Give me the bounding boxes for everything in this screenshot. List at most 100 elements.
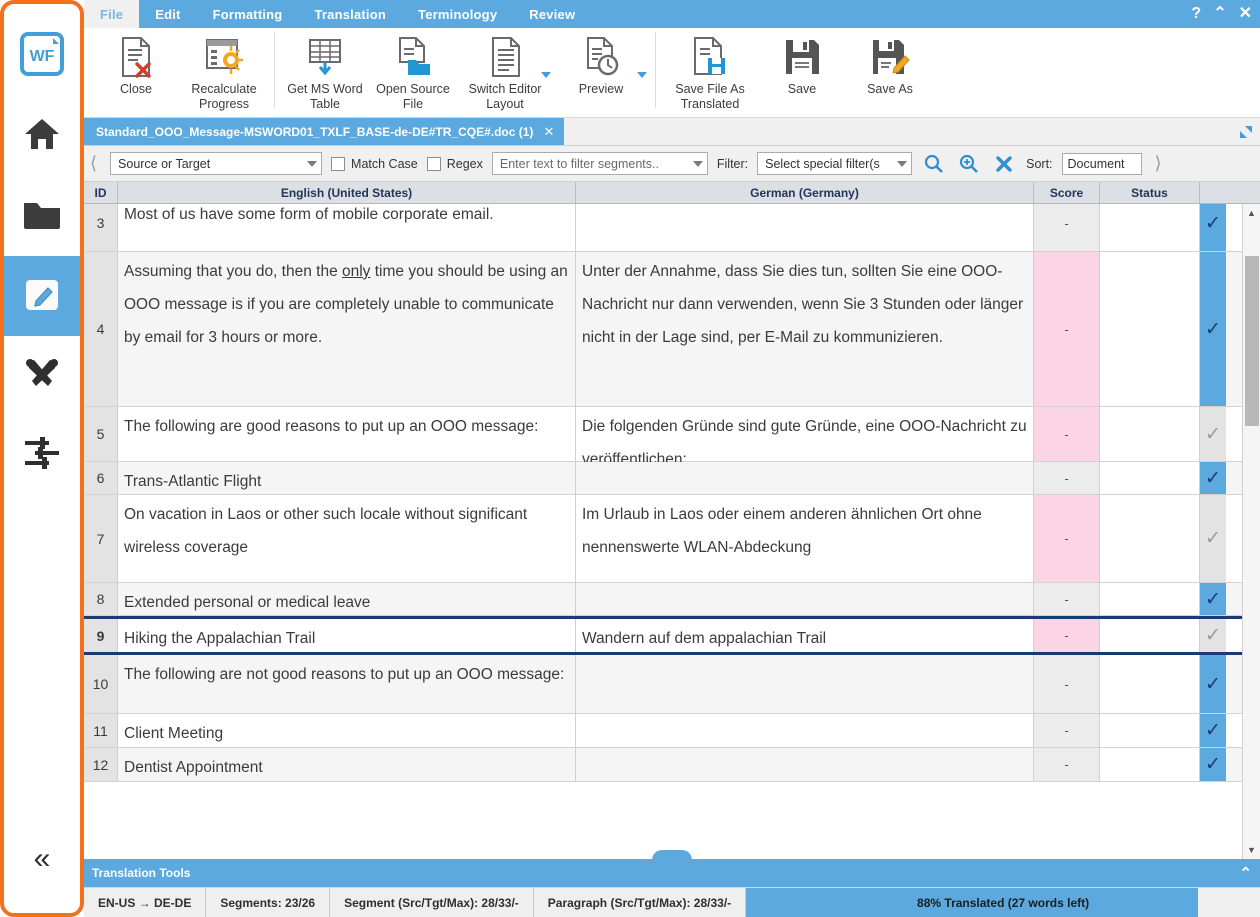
menu-item-formatting[interactable]: Formatting [197,0,299,28]
table-row[interactable]: 11 Client Meeting - ✓ [84,714,1242,748]
table-row[interactable]: 7 On vacation in Laos or other such loca… [84,495,1242,583]
row-confirm-checkmark-icon[interactable]: ✓ [1200,748,1226,781]
row-source-text[interactable]: On vacation in Laos or other such locale… [118,495,576,582]
row-target-text[interactable]: Im Urlaub in Laos oder einem anderen ähn… [576,495,1034,582]
ribbon-button-open-source-file[interactable]: Open Source File [369,28,457,112]
row-source-text[interactable]: Hiking the Appalachian Trail [118,619,576,652]
toolbar-scroll-right-icon[interactable]: ⟩ [1151,153,1166,174]
column-header-status[interactable]: Status [1100,182,1200,203]
ribbon-label-save: Save [786,82,819,97]
restore-panel-icon[interactable] [1232,118,1260,145]
row-id: 11 [84,714,118,747]
table-row[interactable]: 6 Trans-Atlantic Flight - ✓ [84,462,1242,495]
row-target-text[interactable] [576,583,1034,615]
close-icon[interactable]: ✕ [1239,6,1252,22]
document-tab[interactable]: Standard_OOO_Message-MSWORD01_TXLF_BASE-… [84,118,564,145]
column-header-target[interactable]: German (Germany) [576,182,1034,203]
menu-item-file[interactable]: File [84,0,139,28]
row-confirm-checkmark-icon[interactable]: ✓ [1200,655,1226,713]
row-id: 5 [84,407,118,461]
search-icon[interactable] [921,151,947,177]
row-target-text[interactable]: Unter der Annahme, dass Sie dies tun, so… [576,252,1034,406]
menu-item-review[interactable]: Review [513,0,591,28]
row-source-text[interactable]: Assuming that you do, then the only time… [118,252,576,406]
row-target-text[interactable] [576,204,1034,251]
ribbon-button-recalculate-progress[interactable]: Recalculate Progress [180,28,268,112]
zoom-search-icon[interactable] [956,151,982,177]
column-header-id[interactable]: ID [84,182,118,203]
clear-filter-icon[interactable] [991,151,1017,177]
menu-item-terminology[interactable]: Terminology [402,0,513,28]
row-target-text[interactable] [576,462,1034,494]
row-target-text[interactable] [576,714,1034,747]
search-scope-select[interactable]: Source or Target [110,152,322,175]
row-source-text[interactable]: Trans-Atlantic Flight [118,462,576,494]
row-target-text[interactable]: Wandern auf dem appalachian Trail [576,619,1034,652]
filter-text-input[interactable]: Enter text to filter segments.. [492,152,708,175]
translation-tools-panel-header[interactable]: Translation Tools ⌃ [84,859,1260,887]
row-draft-checkmark-icon[interactable]: ✓ [1200,619,1226,652]
sidebar-item-projects-folder[interactable] [0,176,84,256]
column-header-score[interactable]: Score [1034,182,1100,203]
row-target-text[interactable] [576,655,1034,713]
row-draft-checkmark-icon[interactable]: ✓ [1200,407,1226,461]
special-filter-select[interactable]: Select special filter(s [757,152,912,175]
ribbon-button-switch-editor-layout[interactable]: Switch Editor Layout [457,28,553,112]
ribbon-button-close[interactable]: Close [92,28,180,112]
sidebar-item-home[interactable] [0,96,84,176]
scrollbar-thumb[interactable] [1245,256,1259,426]
row-source-text[interactable]: Extended personal or medical leave [118,583,576,615]
row-source-text[interactable]: Most of us have some form of mobile corp… [118,204,576,251]
sidebar-item-settings[interactable] [0,416,84,496]
row-source-text[interactable]: Dentist Appointment [118,748,576,781]
scroll-up-arrow-icon[interactable]: ▲ [1243,204,1260,222]
help-icon[interactable]: ? [1191,6,1201,22]
table-row[interactable]: 10 The following are not good reasons to… [84,655,1242,714]
grid-vertical-scrollbar[interactable]: ▲ ▼ [1242,204,1260,859]
table-row[interactable]: 3 Most of us have some form of mobile co… [84,204,1242,252]
table-row-selected[interactable]: 9 Hiking the Appalachian Trail Wandern a… [84,616,1242,655]
regex-checkbox[interactable]: Regex [427,157,483,171]
row-confirm-checkmark-icon[interactable]: ✓ [1200,204,1226,251]
scrollbar-track[interactable] [1243,222,1260,841]
row-score: - [1034,407,1100,461]
match-case-checkbox[interactable]: Match Case [331,157,418,171]
row-target-text[interactable]: Die folgenden Gründe sind gute Gründe, e… [576,407,1034,461]
panel-resize-grabber[interactable] [652,850,692,860]
ribbon-button-save-as[interactable]: Save As [846,28,934,112]
sidebar-collapse-button[interactable]: « [0,819,84,899]
sidebar-item-tools[interactable] [0,336,84,416]
document-tab-close-icon[interactable]: ✕ [543,124,554,140]
row-confirm-checkmark-icon[interactable]: ✓ [1200,583,1226,615]
scroll-down-arrow-icon[interactable]: ▼ [1243,841,1260,859]
collapse-ribbon-icon[interactable]: ⌃ [1213,6,1226,22]
row-source-text[interactable]: Client Meeting [118,714,576,747]
preview-dropdown-caret[interactable] [637,72,647,78]
table-row[interactable]: 5 The following are good reasons to put … [84,407,1242,462]
table-row[interactable]: 12 Dentist Appointment - ✓ [84,748,1242,782]
toolbar-scroll-left-icon[interactable]: ⟨ [86,153,101,174]
row-confirm-checkmark-icon[interactable]: ✓ [1200,252,1226,406]
sidebar-item-editor[interactable] [0,256,84,336]
switch-editor-layout-dropdown-caret[interactable] [541,72,551,78]
row-source-text[interactable]: The following are good reasons to put up… [118,407,576,461]
row-target-text[interactable] [576,748,1034,781]
ribbon-button-get-ms-word-table[interactable]: Get MS Word Table [281,28,369,112]
row-confirm-checkmark-icon[interactable]: ✓ [1200,714,1226,747]
ribbon-button-save[interactable]: Save [758,28,846,112]
chevron-up-icon[interactable]: ⌃ [1239,864,1252,882]
menu-item-translation[interactable]: Translation [298,0,402,28]
row-confirm-checkmark-icon[interactable]: ✓ [1200,462,1226,494]
row-draft-checkmark-icon[interactable]: ✓ [1200,495,1226,582]
table-row[interactable]: 8 Extended personal or medical leave - ✓ [84,583,1242,616]
column-header-source[interactable]: English (United States) [118,182,576,203]
special-filter-value: Select special filter(s [765,157,880,171]
table-row[interactable]: 4 Assuming that you do, then the only ti… [84,252,1242,407]
sidebar-item-wordfast-logo[interactable]: WF [0,16,84,96]
menu-item-edit[interactable]: Edit [139,0,196,28]
ribbon-button-save-file-as-translated[interactable]: Save File As Translated [662,28,758,112]
sort-value-field[interactable]: Document [1062,153,1142,175]
row-id: 8 [84,583,118,615]
row-source-text[interactable]: The following are not good reasons to pu… [118,655,576,713]
ribbon-button-preview[interactable]: Preview [553,28,649,112]
